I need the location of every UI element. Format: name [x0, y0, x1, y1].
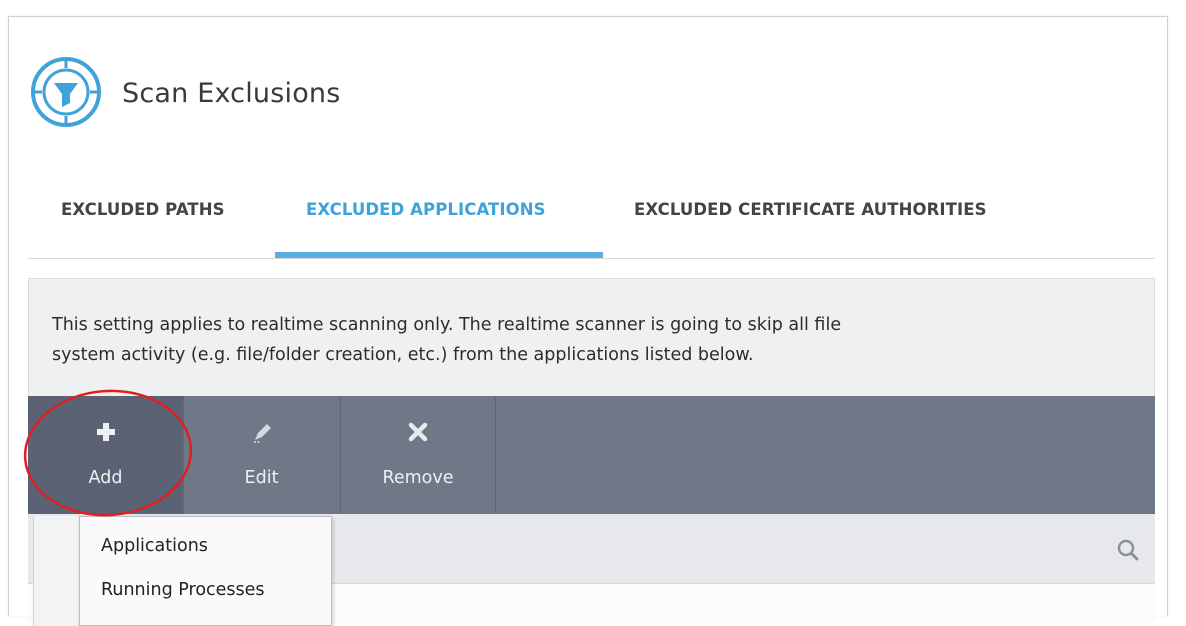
description-line-1: This setting applies to realtime scannin…	[52, 315, 842, 335]
remove-button-label: Remove	[382, 468, 454, 488]
description-line-2: system activity (e.g. file/folder creati…	[52, 345, 754, 365]
tabs-divider	[28, 258, 1155, 259]
add-button-label: Add	[88, 468, 123, 488]
description-text: This setting applies to realtime scannin…	[52, 310, 1142, 370]
menu-item-applications[interactable]: Applications	[101, 536, 208, 556]
tab-excluded-paths[interactable]: EXCLUDED PATHS	[61, 200, 225, 219]
add-button[interactable]	[28, 396, 183, 514]
edit-button[interactable]	[183, 396, 340, 514]
scan-exclusions-icon	[31, 57, 101, 127]
plus-icon	[96, 423, 115, 441]
tab-excluded-applications[interactable]: EXCLUDED APPLICATIONS	[306, 200, 546, 219]
search-icon[interactable]	[1116, 538, 1140, 562]
remove-button[interactable]	[340, 396, 496, 514]
list-checkbox-column	[33, 516, 80, 626]
x-icon	[408, 422, 428, 442]
page-title: Scan Exclusions	[122, 78, 341, 109]
edit-button-label: Edit	[244, 468, 279, 488]
pencil-icon	[254, 424, 271, 443]
add-dropdown-menu	[79, 516, 332, 626]
tab-excluded-certificate-authorities[interactable]: EXCLUDED CERTIFICATE AUTHORITIES	[634, 200, 987, 219]
menu-item-running-processes[interactable]: Running Processes	[101, 580, 265, 600]
